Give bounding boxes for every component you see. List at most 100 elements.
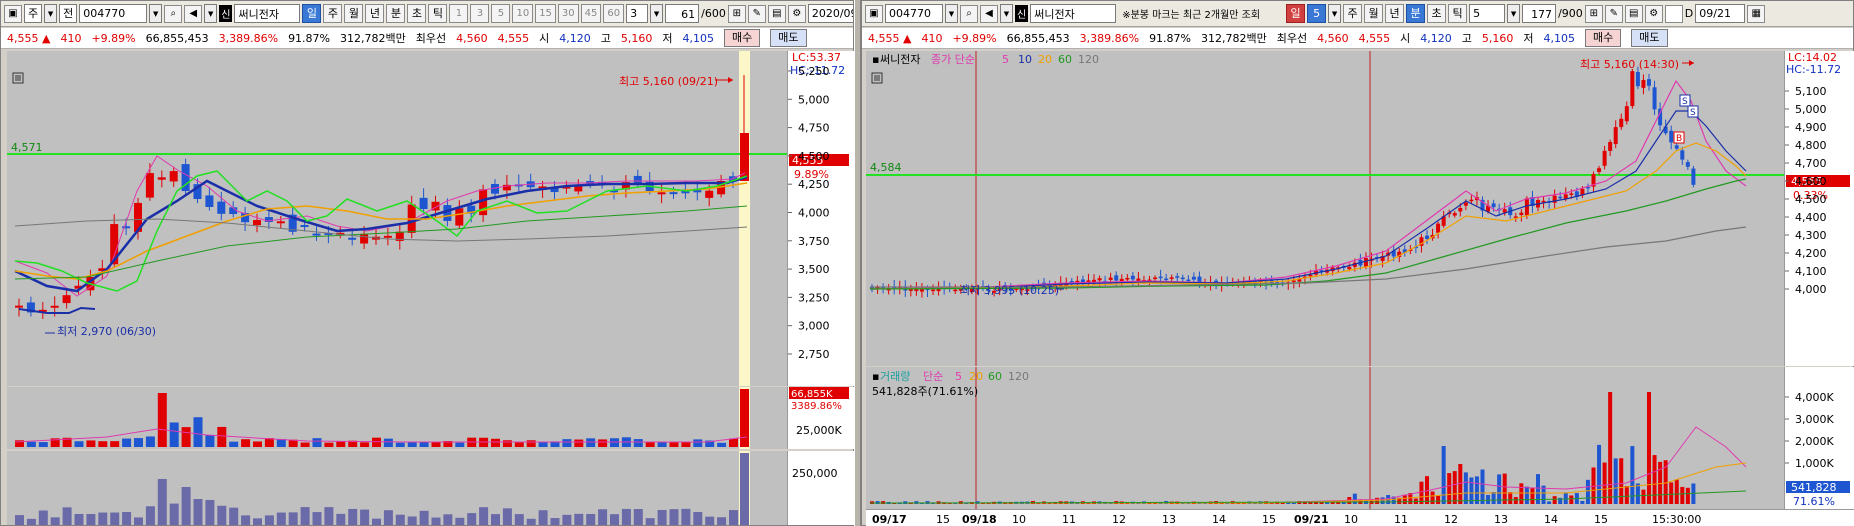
save-icon[interactable]: ▤ [767, 4, 786, 23]
volume-bar [1597, 444, 1602, 504]
best-bid: 4,555 [1358, 31, 1391, 45]
period-button-5day[interactable]: 5 [1307, 4, 1327, 23]
speaker-icon[interactable]: ◀ [980, 4, 998, 23]
axis-tick-label: 4,800 [1795, 139, 1827, 152]
chevron-down-icon[interactable]: ▼ [945, 4, 958, 23]
right-price-plot[interactable]: ▪ 써니전자 종가 단순 5 10 20 60 120 4,584 최고 5,1… [866, 51, 1784, 366]
chevron-down-icon[interactable]: ▼ [650, 4, 664, 23]
candle [1619, 118, 1624, 128]
period-button-tick[interactable]: 틱 [428, 4, 448, 23]
chevron-down-icon[interactable]: ▼ [1507, 4, 1521, 23]
volume-bar [1513, 497, 1518, 504]
gear-icon[interactable]: ⚙ [787, 4, 806, 23]
date-input[interactable]: 09/21 [1695, 4, 1746, 23]
volume-bar [645, 441, 655, 447]
minute-button-45[interactable]: 45 [580, 4, 602, 23]
calendar-icon[interactable]: ▦ [1747, 4, 1766, 23]
save-icon[interactable]: ▤ [1624, 4, 1643, 23]
trade-value-bar [562, 514, 572, 525]
volume-bar [431, 441, 441, 447]
sell-button[interactable]: 매도 [770, 29, 807, 47]
stock-code-input[interactable]: 004770 [79, 4, 148, 23]
time-axis-label: 15 [1594, 513, 1608, 526]
minute-button-15[interactable]: 15 [535, 4, 556, 23]
period-button-year[interactable]: 년 [365, 4, 385, 23]
axis-tick-label: 4,500 [798, 150, 830, 163]
trade-value-bar [467, 513, 477, 525]
chevron-down-icon[interactable]: ▼ [149, 4, 163, 23]
grid-tool-icon[interactable]: ⊞ [1584, 4, 1603, 23]
chevron-down-icon[interactable]: ▼ [44, 4, 58, 23]
change-rate: +9.89% [952, 31, 997, 45]
left-trade-value-axis-svg: 250,000 [792, 467, 838, 480]
right-price-chart: ▪ 써니전자 종가 단순 5 10 20 60 120 4,584 최고 5,1… [866, 51, 1784, 366]
period-button-month[interactable]: 월 [344, 4, 364, 23]
search-icon[interactable]: ⌕ [960, 4, 978, 23]
period-button-day[interactable]: 일 [302, 4, 322, 23]
search-icon[interactable]: ⌕ [164, 4, 183, 23]
period-button-year[interactable]: 년 [1385, 4, 1405, 23]
minute-button-5[interactable]: 5 [491, 4, 511, 23]
right-volume-plot[interactable]: ▪ 거래량 단순 5 20 60 120 541,828주(71.61%) [866, 367, 1784, 509]
period-button-minute[interactable]: 분 [1406, 4, 1426, 23]
minute-button-1[interactable]: 1 [449, 4, 469, 23]
volume-bar [1569, 495, 1574, 504]
minute-button-30[interactable]: 30 [557, 4, 579, 23]
volume-bar [1524, 486, 1529, 504]
window-menu-icon[interactable]: ▣ [865, 4, 883, 23]
period-button-tick[interactable]: 틱 [1448, 4, 1468, 23]
left-price-plot[interactable]: 4,571 최고 5,160 (09/21) 최저 2,970 (06/30) [7, 51, 787, 386]
checkbox[interactable] [1664, 4, 1683, 23]
volume-bar [276, 439, 286, 447]
minute-button-60[interactable]: 60 [603, 4, 625, 23]
interval-input[interactable]: 5 [1469, 4, 1506, 23]
draw-tool-icon[interactable]: ✎ [747, 4, 766, 23]
draw-tool-icon[interactable]: ✎ [1604, 4, 1623, 23]
grid-tool-icon[interactable]: ⊞ [727, 4, 746, 23]
period-button-month[interactable]: 월 [1364, 4, 1384, 23]
candle [1674, 145, 1679, 149]
window-menu-icon[interactable]: ▣ [4, 4, 22, 23]
buy-button[interactable]: 매수 [724, 29, 761, 47]
left-toolbar: ▣ 주 ▼ 전 004770 ▼ ⌕ ◀ ▼ 신 써니전자 일 주 월 년 분 … [1, 1, 853, 27]
candle [908, 289, 913, 291]
axis-tick-label: 2,000K [1795, 435, 1834, 448]
chevron-down-icon[interactable]: ▼ [1328, 4, 1342, 23]
period-button-week[interactable]: 주 [1343, 4, 1363, 23]
volume-bar [1480, 469, 1485, 504]
trade-value-bar [110, 512, 120, 525]
axis-tick-label: 4,500 [1795, 193, 1827, 206]
volume-bar [1635, 483, 1640, 504]
period-button-minute[interactable]: 분 [386, 4, 406, 23]
candle [157, 177, 166, 180]
interval-input[interactable]: 3 [626, 4, 649, 23]
stock-code-input[interactable]: 004770 [885, 4, 943, 23]
volume-bar [1508, 492, 1513, 504]
market-select[interactable]: 전 [59, 4, 78, 23]
date-input[interactable]: 2020/09/21 [807, 4, 853, 23]
legend-ma-type: 종가 단순 [931, 53, 975, 66]
count-input[interactable]: 177 [1522, 4, 1557, 23]
minute-button-10[interactable]: 10 [512, 4, 534, 23]
chevron-down-icon[interactable]: ▼ [204, 4, 218, 23]
minute-button-3[interactable]: 3 [470, 4, 490, 23]
period-select[interactable]: 주 [24, 4, 43, 23]
axis-tick-label: 4,000K [1795, 391, 1834, 404]
chevron-down-icon[interactable]: ▼ [1000, 4, 1013, 23]
period-button-day[interactable]: 일 [1286, 4, 1306, 23]
count-input[interactable]: 61 [665, 4, 700, 23]
left-volume-plot[interactable] [7, 387, 787, 449]
sell-button[interactable]: 매도 [1631, 29, 1668, 47]
speaker-icon[interactable]: ◀ [184, 4, 203, 23]
period-button-week[interactable]: 주 [323, 4, 343, 23]
panel-splitter[interactable] [854, 0, 861, 526]
signal-marker-s-text: S [1682, 97, 1688, 107]
axis-tick-label: 3,750 [798, 235, 830, 248]
left-trade-value-plot[interactable] [7, 451, 787, 525]
buy-button[interactable]: 매수 [1585, 29, 1622, 47]
period-button-second[interactable]: 초 [1427, 4, 1447, 23]
gear-icon[interactable]: ⚙ [1644, 4, 1663, 23]
candle [1086, 280, 1091, 282]
period-button-second[interactable]: 초 [407, 4, 427, 23]
candle [669, 192, 678, 195]
